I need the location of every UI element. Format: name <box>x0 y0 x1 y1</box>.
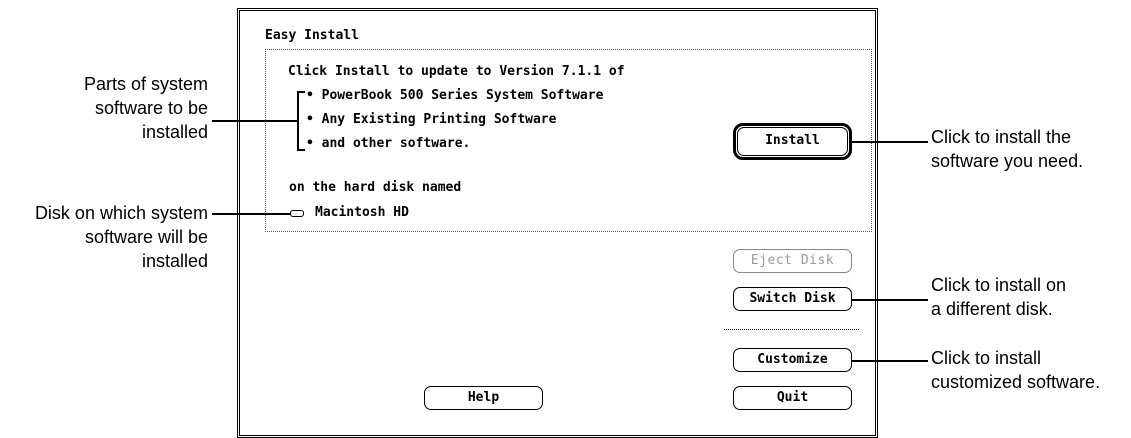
callout-line: Click to install <box>931 348 1042 368</box>
list-item: • Any Existing Printing Software <box>306 112 557 127</box>
window-title: Easy Install <box>265 28 359 43</box>
disk-label: on the hard disk named <box>289 180 462 195</box>
list-item: • PowerBook 500 Series System Software <box>306 88 604 103</box>
callout-leader-disk <box>212 213 290 215</box>
callout-line: a different disk. <box>931 299 1053 319</box>
help-button[interactable]: Help <box>424 386 543 410</box>
install-button[interactable]: Install <box>737 127 848 156</box>
callout-leader-switch <box>852 299 928 301</box>
callout-line: Click to install on <box>931 275 1067 295</box>
disk-name: Macintosh HD <box>315 205 409 220</box>
help-label: Help <box>467 390 500 405</box>
callout-leader-parts <box>212 120 298 122</box>
eject-disk-button[interactable]: Eject Disk <box>733 249 852 273</box>
list-item: • and other software. <box>306 136 471 151</box>
list-bracket-top <box>297 91 305 93</box>
callout-line: installed <box>141 122 208 142</box>
callout-line: Click to install the <box>931 127 1072 147</box>
switch-disk-label: Switch Disk <box>749 291 836 306</box>
callout-leader-customize <box>852 360 928 362</box>
callout-leader-install <box>852 141 928 143</box>
callout-line: Parts of system <box>83 74 208 94</box>
callout-install: Click to install the software you need. <box>931 125 1083 173</box>
quit-label: Quit <box>776 390 809 405</box>
install-button-label: Install <box>765 133 820 148</box>
customize-button[interactable]: Customize <box>733 348 852 372</box>
hard-disk-icon <box>290 210 304 217</box>
callout-line: Disk on which system <box>34 203 208 223</box>
customize-label: Customize <box>757 352 828 367</box>
callout-line: software will be <box>84 227 208 247</box>
callout-disk: Disk on which system software will be in… <box>0 201 208 273</box>
switch-disk-button[interactable]: Switch Disk <box>733 287 852 311</box>
callout-line: installed <box>141 251 208 271</box>
eject-disk-label: Eject Disk <box>750 253 835 268</box>
list-bracket-bottom <box>297 149 305 151</box>
separator <box>724 329 859 330</box>
callout-line: software to be <box>94 98 208 118</box>
quit-button[interactable]: Quit <box>733 386 852 410</box>
callout-switch: Click to install on a different disk. <box>931 273 1066 321</box>
callout-parts: Parts of system software to be installed <box>0 72 208 144</box>
callout-line: customized software. <box>931 372 1101 392</box>
intro-text: Click Install to update to Version 7.1.1… <box>288 64 625 79</box>
callout-customize: Click to install customized software. <box>931 346 1100 394</box>
callout-line: software you need. <box>931 151 1084 171</box>
